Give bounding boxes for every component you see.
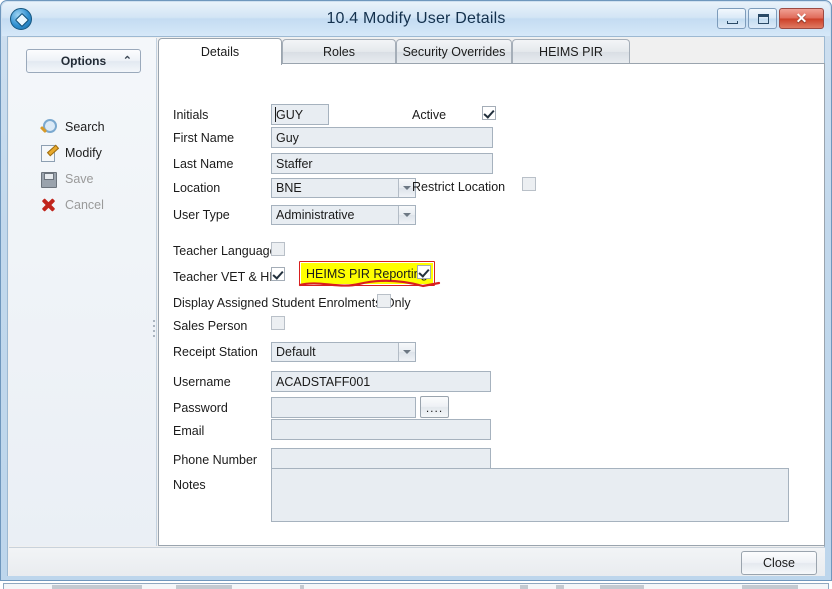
option-save-label: Save (65, 172, 94, 186)
splitter-dot (153, 325, 155, 327)
phone-number-input[interactable] (271, 448, 491, 469)
receipt-station-value: Default (272, 345, 316, 359)
options-header[interactable]: Options ⌃ (26, 49, 141, 73)
chevron-up-icon[interactable]: ⌃ (123, 56, 132, 67)
splitter-dot (153, 335, 155, 337)
notes-label: Notes (173, 478, 206, 492)
user-type-label: User Type (173, 208, 230, 222)
panel-splitter-grip[interactable] (151, 312, 156, 344)
dialog-footer: Close (9, 547, 825, 576)
initials-label: Initials (173, 108, 208, 122)
maximize-button[interactable] (748, 8, 777, 29)
heims-pir-reporting-checkbox[interactable] (417, 265, 431, 279)
last-name-input[interactable] (271, 153, 493, 174)
user-type-combobox[interactable]: Administrative (271, 205, 416, 225)
receipt-station-combobox[interactable]: Default (271, 342, 416, 362)
close-button-label: Close (763, 556, 795, 570)
tab-details-label: Details (201, 45, 239, 59)
background-text-fragment (52, 585, 142, 589)
teacher-language-label: Teacher Language (173, 244, 277, 258)
password-label: Password (173, 401, 228, 415)
receipt-station-label: Receipt Station (173, 345, 258, 359)
application-window: 10.4 Modify User Details ✕ Options ⌃ Sea… (0, 0, 832, 581)
app-diamond-icon (10, 8, 32, 30)
username-label: Username (173, 375, 231, 389)
pencil-document-icon (39, 144, 58, 162)
client-area: Options ⌃ Search Modify Save Cancel (7, 36, 825, 576)
tab-strip: Details Roles Security Overrides HEIMS P… (158, 38, 825, 64)
details-tab-page: Initials Active First Name Last Name Loc… (158, 63, 825, 546)
option-search-label: Search (65, 120, 105, 134)
first-name-input[interactable] (271, 127, 493, 148)
username-input[interactable] (271, 371, 491, 392)
option-cancel[interactable]: Cancel (39, 195, 149, 215)
tab-security-overrides[interactable]: Security Overrides (396, 39, 512, 64)
chevron-down-icon[interactable] (398, 206, 415, 224)
initials-input[interactable] (271, 104, 329, 125)
active-label: Active (412, 108, 446, 122)
maximize-icon (758, 14, 769, 24)
last-name-label: Last Name (173, 157, 233, 171)
option-modify-label: Modify (65, 146, 102, 160)
splitter-dot (153, 320, 155, 322)
password-browse-button[interactable]: .... (420, 396, 449, 418)
email-label: Email (173, 424, 204, 438)
background-text-fragment (300, 585, 304, 589)
first-name-label: First Name (173, 131, 234, 145)
window-title: 10.4 Modify User Details (2, 10, 830, 28)
background-window-sliver (0, 581, 832, 589)
restrict-location-checkbox[interactable] (522, 177, 536, 191)
background-text-fragment (556, 585, 564, 589)
sales-person-checkbox[interactable] (271, 316, 285, 330)
text-caret (275, 107, 276, 122)
close-button[interactable]: Close (741, 551, 817, 575)
location-value: BNE (272, 181, 302, 195)
active-checkbox[interactable] (482, 106, 496, 120)
tab-heims-pir-label: HEIMS PIR (539, 45, 603, 59)
option-cancel-label: Cancel (65, 198, 104, 212)
tab-details[interactable]: Details (158, 38, 282, 65)
password-browse-label: .... (426, 401, 443, 415)
options-header-label: Options (61, 54, 106, 68)
heims-pir-reporting-label: HEIMS PIR Reporting (306, 267, 428, 281)
background-text-fragment (742, 585, 798, 589)
user-type-value: Administrative (272, 208, 355, 222)
notes-textarea[interactable] (271, 468, 789, 522)
title-bar: 10.4 Modify User Details ✕ (2, 2, 830, 36)
email-input[interactable] (271, 419, 491, 440)
tab-roles[interactable]: Roles (282, 39, 396, 64)
teacher-vet-he-label: Teacher VET & HE (173, 270, 278, 284)
minimize-icon (727, 21, 738, 24)
background-text-fragment (520, 585, 528, 589)
display-assigned-checkbox[interactable] (377, 294, 391, 308)
display-assigned-label: Display Assigned Student Enrolments Only (173, 296, 411, 310)
option-modify[interactable]: Modify (39, 143, 149, 163)
phone-number-label: Phone Number (173, 453, 257, 467)
tab-heims-pir[interactable]: HEIMS PIR (512, 39, 630, 64)
location-label: Location (173, 181, 220, 195)
close-icon: ✕ (780, 9, 823, 28)
sales-person-label: Sales Person (173, 319, 247, 333)
red-cross-icon (39, 196, 58, 214)
teacher-vet-he-checkbox[interactable] (271, 267, 285, 281)
splitter-dot (153, 330, 155, 332)
restrict-location-label: Restrict Location (412, 180, 505, 194)
chevron-down-icon[interactable] (398, 343, 415, 361)
background-text-fragment (600, 585, 644, 589)
tab-roles-label: Roles (323, 45, 355, 59)
minimize-button[interactable] (717, 8, 746, 29)
option-search[interactable]: Search (39, 117, 149, 137)
teacher-language-checkbox[interactable] (271, 242, 285, 256)
window-controls: ✕ (717, 8, 824, 29)
options-panel: Options ⌃ Search Modify Save Cancel (9, 38, 157, 546)
password-input[interactable] (271, 397, 416, 418)
close-window-button[interactable]: ✕ (779, 8, 824, 29)
option-save[interactable]: Save (39, 169, 149, 189)
background-text-fragment (176, 585, 232, 589)
location-combobox[interactable]: BNE (271, 178, 416, 198)
floppy-disk-icon (39, 170, 58, 188)
tab-security-overrides-label: Security Overrides (403, 45, 506, 59)
magnifier-icon (39, 118, 58, 136)
